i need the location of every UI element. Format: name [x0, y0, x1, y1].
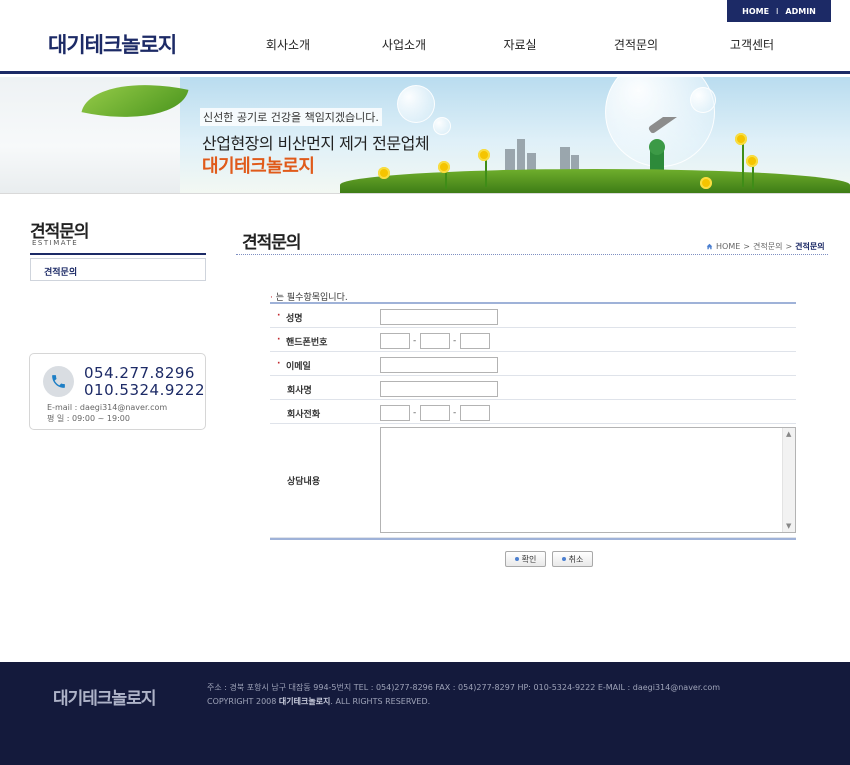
required-mark: · — [277, 335, 281, 345]
phone-separator: - — [453, 408, 457, 418]
mobile-input-3[interactable] — [460, 333, 490, 349]
banner-slogan: 신선한 공기로 건강을 책임지겠습니다. — [200, 108, 382, 126]
copyright-suffix: . ALL RIGHTS RESERVED. — [330, 697, 431, 706]
chevron-right-icon: > — [785, 242, 793, 251]
flower-image — [735, 133, 747, 145]
phone-separator: - — [453, 336, 457, 346]
flower-stem — [485, 157, 487, 187]
mobile-input-1[interactable] — [380, 333, 410, 349]
content-label: 상담내용 — [287, 477, 321, 487]
textarea-scrollbar[interactable]: ▲ ▼ — [782, 428, 795, 532]
confirm-button[interactable]: 확인 — [505, 551, 546, 567]
flower-image — [378, 167, 390, 179]
bullet-icon — [514, 557, 519, 561]
scroll-down-icon[interactable]: ▼ — [786, 522, 791, 530]
nav-company[interactable]: 회사소개 — [230, 36, 346, 53]
scroll-up-icon[interactable]: ▲ — [786, 430, 791, 438]
nav-support[interactable]: 고객센터 — [694, 36, 810, 53]
name-input[interactable] — [380, 309, 498, 325]
home-link[interactable]: HOME — [742, 7, 769, 16]
company-input[interactable] — [380, 381, 498, 397]
flower-image — [700, 177, 712, 189]
contact-email: E-mail : daegi314@naver.com — [47, 403, 168, 412]
bubble-image — [433, 117, 451, 135]
bullet-icon — [561, 557, 566, 561]
phone-icon — [43, 366, 74, 397]
name-label-text: 성명 — [286, 314, 303, 324]
phone-separator: - — [413, 408, 417, 418]
phone-number-1: 054.277.8296 — [84, 364, 195, 382]
form-row-company: 회사명 — [270, 376, 796, 400]
copyright-prefix: COPYRIGHT 2008 — [207, 697, 277, 706]
content-textarea[interactable]: ▲ ▼ — [380, 427, 796, 533]
estimate-form: · 성명 · 핸드폰번호 - - · 이메일 회사명 회사전화 - - 상담내용 ▲ … — [270, 302, 796, 538]
nav-business[interactable]: 사업소개 — [346, 36, 462, 53]
sidebar-divider — [30, 253, 206, 255]
company-phone-input-1[interactable] — [380, 405, 410, 421]
mobile-input-2[interactable] — [420, 333, 450, 349]
required-mark: · — [277, 359, 281, 369]
copyright-company: 대기테크놀로지 — [278, 697, 331, 706]
sidebar-item-label: 견적문의 — [44, 268, 78, 278]
cancel-button[interactable]: 취소 — [552, 551, 593, 567]
form-row-company-phone: 회사전화 - - — [270, 400, 796, 424]
home-icon — [706, 243, 713, 250]
mobile-label-text: 핸드폰번호 — [286, 338, 328, 348]
sidebar-subtitle: ESTIMATE — [32, 239, 79, 247]
form-bottom-rule — [270, 537, 796, 540]
leaf-image — [81, 77, 189, 133]
cancel-button-label: 취소 — [568, 554, 584, 564]
nav-archive[interactable]: 자료실 — [462, 36, 578, 53]
form-row-email: · 이메일 — [270, 352, 796, 376]
site-logo[interactable]: 대기테크놀로지 — [48, 29, 177, 59]
company-label: 회사명 — [287, 386, 312, 396]
bubble-image — [690, 87, 716, 113]
phone-number-2: 010.5324.9222 — [84, 381, 206, 399]
utility-separator: I — [776, 6, 779, 16]
breadcrumb-level1[interactable]: 견적문의 — [753, 241, 782, 252]
bubble-image — [397, 85, 435, 123]
grass-image — [340, 169, 850, 193]
breadcrumb-current: 견적문의 — [795, 242, 825, 251]
form-row-name: · 성명 — [270, 304, 796, 328]
name-label: · 성명 — [277, 311, 303, 324]
nav-estimate[interactable]: 견적문의 — [578, 36, 694, 53]
company-phone-input-2[interactable] — [420, 405, 450, 421]
footer-copyright: COPYRIGHT 2008 대기테크놀로지. ALL RIGHTS RESER… — [207, 696, 430, 707]
banner-headline: 산업현장의 비산먼지 제거 전문업체 — [202, 134, 430, 153]
flower-stem — [742, 139, 744, 187]
banner-company: 대기테크놀로지 — [202, 156, 315, 177]
breadcrumb: HOME > 견적문의 > 견적문의 — [706, 241, 825, 252]
page-title: 견적문의 — [242, 233, 302, 253]
company-phone-input-3[interactable] — [460, 405, 490, 421]
footer-logo: 대기테크놀로지 — [53, 689, 156, 709]
contact-hours: 평 일 : 09:00 ~ 19:00 — [47, 414, 130, 423]
confirm-button-label: 확인 — [521, 554, 537, 564]
required-mark: · — [277, 311, 281, 321]
chevron-right-icon: > — [743, 242, 750, 251]
phone-separator: - — [413, 336, 417, 346]
email-label: · 이메일 — [277, 359, 311, 372]
footer-address: 주소 : 경북 포항시 남구 대잠동 994-5번지 TEL : 054)277… — [207, 683, 721, 692]
site-footer: 대기테크놀로지 주소 : 경북 포항시 남구 대잠동 994-5번지 TEL :… — [0, 662, 850, 765]
sprayer-cannon-image — [648, 117, 684, 175]
company-phone-label: 회사전화 — [287, 410, 321, 420]
site-header: 대기테크놀로지 HOME I ADMIN 회사소개 사업소개 자료실 견적문의 … — [0, 0, 850, 74]
sidebar-item-estimate[interactable]: 견적문의 — [30, 258, 206, 281]
admin-link[interactable]: ADMIN — [785, 7, 815, 16]
email-label-text: 이메일 — [286, 362, 311, 372]
title-divider — [236, 254, 828, 255]
flower-image — [438, 161, 450, 173]
main-nav: 회사소개 사업소개 자료실 견적문의 고객센터 — [230, 36, 810, 53]
breadcrumb-home[interactable]: HOME — [716, 242, 740, 251]
form-row-content: 상담내용 ▲ ▼ — [270, 424, 796, 538]
email-input[interactable] — [380, 357, 498, 373]
utility-bar: HOME I ADMIN — [727, 0, 831, 22]
form-row-mobile: · 핸드폰번호 - - — [270, 328, 796, 352]
flower-image — [746, 155, 758, 167]
flower-image — [478, 149, 490, 161]
mobile-label: · 핸드폰번호 — [277, 335, 328, 348]
contact-box: 054.277.8296 010.5324.9222 E-mail : daeg… — [29, 353, 206, 430]
